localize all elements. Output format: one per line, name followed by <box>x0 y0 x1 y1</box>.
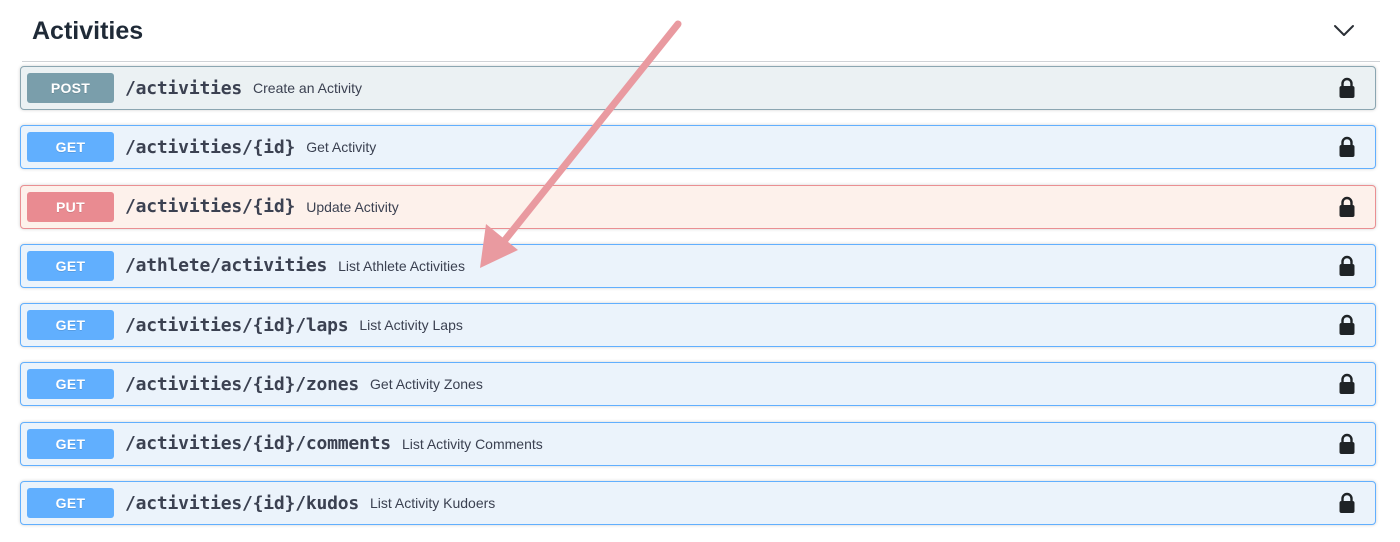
operation-summary: List Activity Kudoers <box>370 495 496 512</box>
method-badge: GET <box>27 488 114 519</box>
operation-summary: List Athlete Activities <box>338 257 465 274</box>
operation-get-activity[interactable]: GET /activities/{id} Get Activity <box>20 125 1376 170</box>
lock-icon[interactable] <box>1337 76 1357 100</box>
section-title: Activities <box>32 17 144 45</box>
method-badge: POST <box>27 73 114 103</box>
operations-list: POST /activities Create an Activity GET … <box>20 66 1376 540</box>
lock-icon[interactable] <box>1337 135 1357 159</box>
operation-path: /activities/{id}/zones <box>125 373 360 395</box>
method-badge: GET <box>27 132 114 163</box>
operation-post-activities[interactable]: POST /activities Create an Activity <box>20 66 1376 110</box>
lock-icon[interactable] <box>1337 254 1357 278</box>
operation-summary: Update Activity <box>306 198 399 215</box>
operation-get-activity-laps[interactable]: GET /activities/{id}/laps List Activity … <box>20 303 1376 348</box>
chevron-down-icon[interactable] <box>1324 11 1364 51</box>
operation-path: /activities/{id}/kudos <box>125 492 360 514</box>
operation-summary: Get Activity <box>306 139 377 156</box>
lock-icon[interactable] <box>1337 195 1357 219</box>
operation-path: /activities/{id} <box>125 196 296 218</box>
operation-put-activity[interactable]: PUT /activities/{id} Update Activity <box>20 184 1376 229</box>
lock-icon[interactable] <box>1337 313 1357 337</box>
operation-summary: List Activity Laps <box>359 317 463 334</box>
lock-icon[interactable] <box>1337 491 1357 515</box>
operation-get-activity-kudos[interactable]: GET /activities/{id}/kudos List Activity… <box>20 481 1376 526</box>
method-badge: GET <box>27 310 114 341</box>
swagger-page: Activities POST /activities Create an Ac… <box>0 0 1400 542</box>
operation-summary: Create an Activity <box>253 80 362 96</box>
method-badge: PUT <box>27 191 114 222</box>
operation-summary: Get Activity Zones <box>370 376 483 393</box>
lock-icon[interactable] <box>1337 372 1357 396</box>
method-badge: GET <box>27 250 114 281</box>
operation-path: /activities/{id}/laps <box>125 314 349 336</box>
operation-path: /activities <box>125 77 243 99</box>
operation-get-activity-zones[interactable]: GET /activities/{id}/zones Get Activity … <box>20 362 1376 407</box>
operation-path: /activities/{id}/comments <box>125 433 391 455</box>
operation-path: /athlete/activities <box>125 255 328 277</box>
operation-get-athlete-activities[interactable]: GET /athlete/activities List Athlete Act… <box>20 243 1376 288</box>
method-badge: GET <box>27 369 114 400</box>
operation-get-activity-comments[interactable]: GET /activities/{id}/comments List Activ… <box>20 421 1376 466</box>
operation-summary: List Activity Comments <box>401 435 543 452</box>
operation-path: /activities/{id} <box>125 136 296 158</box>
lock-icon[interactable] <box>1337 432 1357 456</box>
method-badge: GET <box>27 428 114 459</box>
activities-section-header[interactable]: Activities <box>22 0 1380 62</box>
